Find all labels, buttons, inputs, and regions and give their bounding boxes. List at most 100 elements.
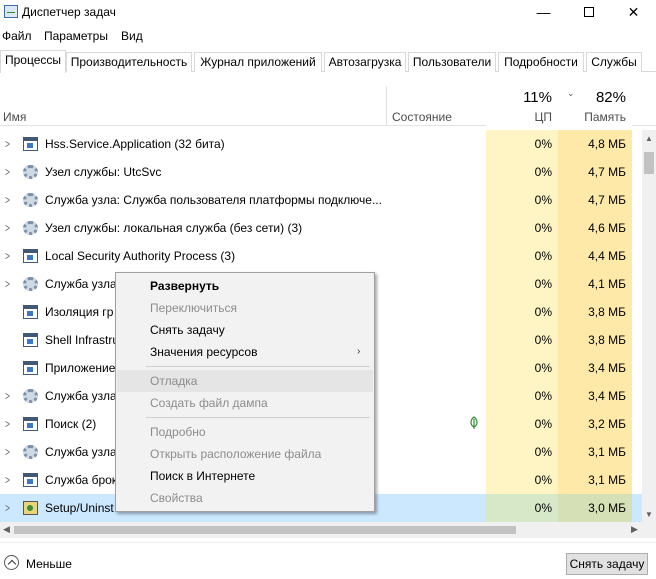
scroll-down-icon[interactable]: ▼ (645, 510, 653, 519)
gear-icon (23, 221, 38, 235)
context-menu-item-properties[interactable]: Свойства (117, 487, 373, 509)
memory-value: 3,0 МБ (558, 494, 632, 522)
expand-chevron-icon[interactable]: > (5, 193, 10, 207)
cpu-value: 0% (486, 466, 558, 494)
gear-icon (23, 193, 38, 207)
table-row[interactable]: > Узел службы: локальная служба (без сет… (0, 214, 642, 242)
memory-value: 3,1 МБ (558, 438, 632, 466)
scroll-left-icon[interactable]: ◀ (3, 524, 10, 535)
context-menu-item-switch[interactable]: Переключиться (117, 297, 373, 319)
cpu-value: 0% (486, 326, 558, 354)
context-menu-item-expand[interactable]: Развернуть (117, 275, 373, 297)
context-menu-item-details[interactable]: Подробно (117, 421, 373, 443)
vertical-scroll-thumb[interactable] (644, 152, 654, 174)
cpu-total-percent: 11% (523, 89, 552, 106)
maximize-icon (583, 7, 594, 17)
expand-chevron-icon[interactable]: > (5, 249, 10, 263)
expand-chevron-icon[interactable]: > (5, 501, 10, 515)
end-task-button[interactable]: Снять задачу (566, 553, 648, 575)
window-icon (23, 361, 38, 375)
menu-view[interactable]: Вид (121, 29, 143, 43)
tab-startup[interactable]: Автозагрузка (324, 52, 406, 72)
process-name: Служба узла (45, 277, 117, 291)
table-row[interactable]: > Узел службы: UtcSvc 0% 4,7 МБ (0, 158, 642, 186)
expand-chevron-icon[interactable]: > (5, 417, 10, 431)
gear-icon (23, 165, 38, 179)
column-cpu[interactable]: 11% ЦП (486, 86, 558, 126)
gear-icon (23, 445, 38, 459)
window-icon (23, 249, 38, 263)
collapse-up-icon[interactable] (4, 555, 19, 570)
memory-value: 3,4 МБ (558, 354, 632, 382)
memory-value: 4,7 МБ (558, 158, 632, 186)
context-menu-item-search-online[interactable]: Поиск в Интернете (117, 465, 373, 487)
expand-chevron-icon[interactable]: > (5, 137, 10, 151)
scroll-right-icon[interactable]: ▶ (631, 524, 638, 535)
process-name: Узел службы: локальная служба (без сети)… (45, 221, 303, 235)
fewer-details-link[interactable]: Меньше (26, 557, 72, 571)
memory-value: 4,8 МБ (558, 130, 632, 158)
memory-value: 3,1 МБ (558, 466, 632, 494)
memory-column-label: Память (584, 110, 626, 124)
gear-icon (23, 389, 38, 403)
expand-chevron-icon[interactable]: > (5, 445, 10, 459)
horizontal-scrollbar[interactable]: ◀ ▶ (0, 522, 642, 538)
context-menu-item-resource-values[interactable]: Значения ресурсов › (117, 341, 373, 363)
expand-chevron-icon[interactable]: > (5, 473, 10, 487)
menu-bar: Файл Параметры Вид (0, 28, 656, 46)
context-menu-item-end-task[interactable]: Снять задачу (117, 319, 373, 341)
context-menu-item-open-file-location[interactable]: Открыть расположение файла (117, 443, 373, 465)
setup-icon (23, 501, 38, 515)
memory-value: 4,4 МБ (558, 242, 632, 270)
process-name: Изоляция гр (45, 305, 114, 319)
maximize-button[interactable] (566, 0, 611, 26)
footer: Меньше Снять задачу (0, 542, 656, 579)
tab-processes[interactable]: Процессы (0, 50, 66, 73)
sort-descending-icon: ⌄ (567, 88, 575, 98)
process-name: Shell Infrastru (45, 333, 120, 347)
horizontal-scroll-thumb[interactable] (14, 526, 516, 534)
cpu-value: 0% (486, 410, 558, 438)
tab-users[interactable]: Пользователи (408, 52, 496, 72)
minimize-button[interactable]: — (521, 0, 566, 26)
column-divider[interactable] (386, 86, 387, 126)
close-button[interactable]: ✕ (611, 0, 656, 26)
tab-app-history[interactable]: Журнал приложений (194, 52, 322, 72)
memory-value: 3,8 МБ (558, 298, 632, 326)
process-name: Local Security Authority Process (3) (45, 249, 236, 263)
memory-value: 3,4 МБ (558, 382, 632, 410)
process-name: Узел службы: UtcSvc (45, 165, 162, 179)
memory-value: 3,2 МБ (558, 410, 632, 438)
column-header: Имя Состояние 11% ЦП 82% Память ⌄ (0, 86, 656, 126)
scroll-up-icon[interactable]: ▲ (645, 134, 653, 143)
expand-chevron-icon[interactable]: > (5, 277, 10, 291)
cpu-value: 0% (486, 242, 558, 270)
process-name: Служба узла (45, 389, 117, 403)
table-row[interactable]: > Служба узла: Служба пользователя платф… (0, 186, 642, 214)
table-row[interactable]: > Hss.Service.Application (32 бита) 0% 4… (0, 130, 642, 158)
vertical-scrollbar[interactable]: ▲ ▼ (642, 130, 656, 522)
tab-bar: Процессы Производительность Журнал прило… (0, 50, 656, 73)
menu-file[interactable]: Файл (2, 29, 32, 43)
process-name: Поиск (2) (45, 417, 97, 431)
context-menu-item-label: Значения ресурсов (150, 345, 258, 359)
expand-chevron-icon[interactable]: > (5, 165, 10, 179)
context-menu-item-create-dump[interactable]: Создать файл дампа (117, 392, 373, 414)
cpu-value: 0% (486, 158, 558, 186)
menu-options[interactable]: Параметры (44, 29, 108, 43)
process-name: Hss.Service.Application (32 бита) (45, 137, 225, 151)
tab-performance[interactable]: Производительность (66, 52, 192, 72)
table-row[interactable]: > Local Security Authority Process (3) 0… (0, 242, 642, 270)
context-menu-item-debug[interactable]: Отладка (117, 370, 373, 392)
tab-services[interactable]: Службы (586, 52, 642, 72)
tab-details[interactable]: Подробности (498, 52, 584, 72)
cpu-value: 0% (486, 382, 558, 410)
submenu-arrow-icon: › (357, 346, 361, 357)
expand-chevron-icon[interactable]: > (5, 389, 10, 403)
process-name: Служба узла (45, 445, 117, 459)
memory-total-percent: 82% (595, 89, 626, 106)
cpu-value: 0% (486, 130, 558, 158)
process-name: Приложение (45, 361, 116, 375)
expand-chevron-icon[interactable]: > (5, 221, 10, 235)
memory-value: 4,7 МБ (558, 186, 632, 214)
